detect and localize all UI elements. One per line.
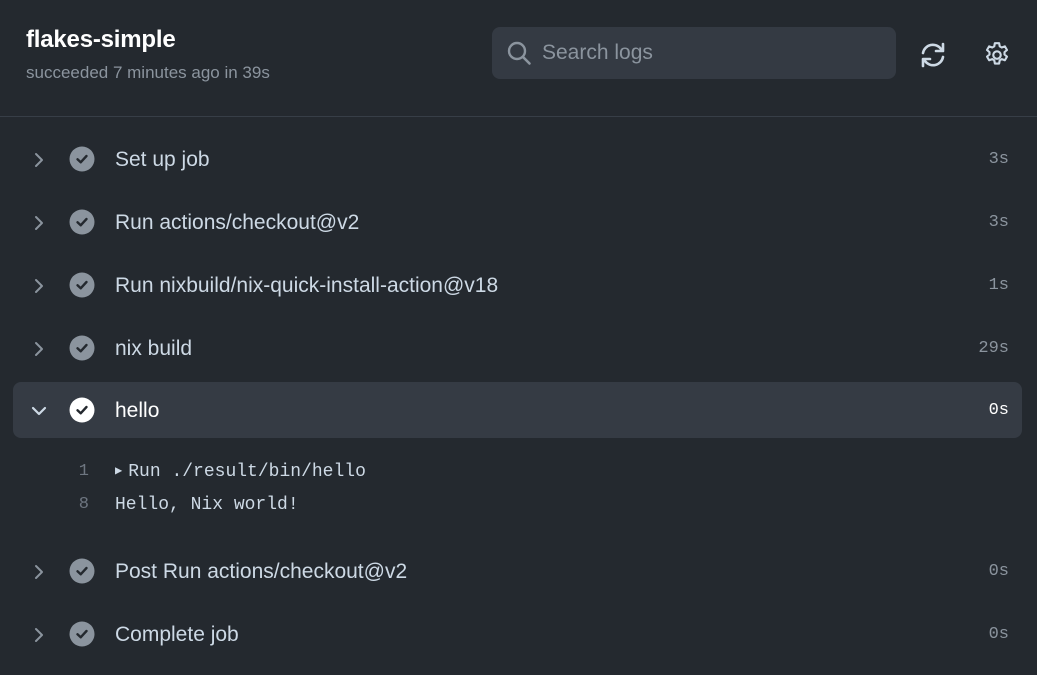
job-status-text: succeeded 7 minutes ago in 39s xyxy=(26,63,270,82)
log-group-title: Run ./result/bin/hello xyxy=(128,462,366,482)
settings-button[interactable] xyxy=(982,40,1012,70)
step-name: Set up job xyxy=(115,148,210,171)
check-circle-icon xyxy=(69,558,95,584)
step-name: Complete job xyxy=(115,623,239,646)
chevron-right-icon xyxy=(35,216,43,230)
step-run-nix-quick-install[interactable]: Run nixbuild/nix-quick-install-action@v1… xyxy=(13,257,1022,313)
check-circle-icon xyxy=(69,209,95,235)
job-title: flakes-simple xyxy=(26,26,176,53)
check-circle-icon xyxy=(69,146,95,172)
search-logs-input[interactable] xyxy=(542,27,882,79)
step-name: Post Run actions/checkout@v2 xyxy=(115,560,408,583)
chevron-right-icon xyxy=(35,279,43,293)
line-number[interactable]: 8 xyxy=(60,495,89,514)
step-hello[interactable]: hello 0s xyxy=(13,382,1022,438)
step-post-run-checkout[interactable]: Post Run actions/checkout@v2 0s xyxy=(13,543,1022,599)
search-logs-box[interactable] xyxy=(492,27,896,79)
step-name: nix build xyxy=(115,337,193,360)
chevron-right-icon xyxy=(35,153,43,167)
chevron-right-icon xyxy=(35,342,43,356)
step-name: hello xyxy=(115,399,160,422)
chevron-down-icon xyxy=(31,406,47,416)
step-name: Run actions/checkout@v2 xyxy=(115,211,360,234)
refresh-button[interactable] xyxy=(918,40,948,70)
step-duration: 0s xyxy=(988,562,1009,581)
log-line[interactable]: 8 Hello, Nix world! xyxy=(0,495,1037,523)
step-duration: 0s xyxy=(988,625,1009,644)
refresh-icon xyxy=(921,42,945,68)
job-header: flakes-simple succeeded 7 minutes ago in… xyxy=(0,0,1037,117)
check-circle-icon xyxy=(69,621,95,647)
job-log-page: flakes-simple succeeded 7 minutes ago in… xyxy=(0,0,1037,675)
line-number[interactable]: 1 xyxy=(60,462,89,481)
step-duration: 1s xyxy=(988,276,1009,295)
step-set-up-job[interactable]: Set up job 3s xyxy=(13,131,1022,187)
gear-icon xyxy=(985,42,1009,65)
step-duration: 0s xyxy=(988,401,1009,420)
step-duration: 3s xyxy=(988,213,1009,232)
log-line-text: ▶ Run ./result/bin/hello xyxy=(115,462,366,482)
chevron-right-icon xyxy=(35,565,43,579)
step-name: Run nixbuild/nix-quick-install-action@v1… xyxy=(115,274,499,297)
step-nix-build[interactable]: nix build 29s xyxy=(13,320,1022,376)
expand-group-icon[interactable]: ▶ xyxy=(115,464,122,478)
log-line[interactable]: 1 ▶ Run ./result/bin/hello xyxy=(0,462,1037,490)
step-run-checkout[interactable]: Run actions/checkout@v2 3s xyxy=(13,194,1022,250)
chevron-right-icon xyxy=(35,628,43,642)
check-circle-icon xyxy=(69,397,95,423)
step-complete-job[interactable]: Complete job 0s xyxy=(13,606,1022,662)
log-line-text: Hello, Nix world! xyxy=(115,495,299,515)
search-icon xyxy=(507,41,531,65)
step-duration: 3s xyxy=(988,150,1009,169)
check-circle-icon xyxy=(69,272,95,298)
step-duration: 29s xyxy=(978,339,1009,358)
check-circle-icon xyxy=(69,335,95,361)
